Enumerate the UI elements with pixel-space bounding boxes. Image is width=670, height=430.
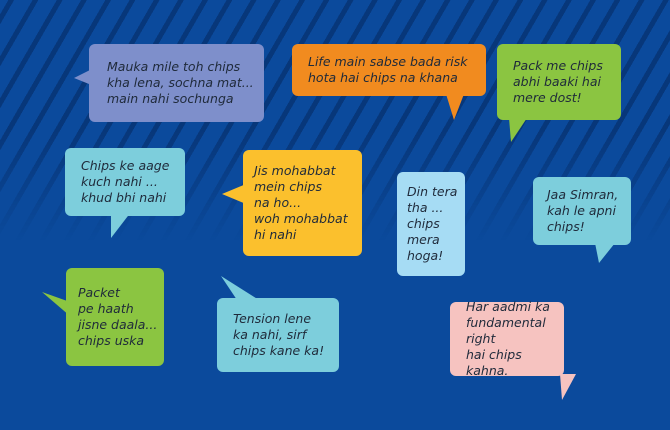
speech-bubble-mauka-mile: Mauka mile toh chips kha lena, sochna ma… [72, 44, 264, 124]
quote-text: Pack me chips abhi baaki hai mere dost! [513, 58, 603, 105]
quote-text: Chips ke aage kuch nahi ... khud bhi nah… [81, 158, 170, 205]
quote-text: Mauka mile toh chips kha lena, sochna ma… [107, 59, 254, 106]
speech-bubble-jaa-simran: Jaa Simran, kah le apni chips! [533, 177, 631, 265]
speech-bubble-life-main: Life main sabse bada risk hota hai chips… [292, 44, 486, 120]
quote-text: Din tera tha ... chips mera hoga! [407, 184, 458, 263]
quote-text: Packet pe haath jisne daala... chips usk… [78, 285, 158, 348]
quote-text: Jis mohabbat mein chips na ho... woh moh… [254, 163, 348, 242]
speech-bubble-tension-lene: Tension lene ka nahi, sirf chips kane ka… [217, 276, 339, 374]
quote-text: Tension lene ka nahi, sirf chips kane ka… [233, 311, 325, 358]
quote-text: Jaa Simran, kah le apni chips! [547, 187, 619, 234]
speech-bubble-packet-pe-haath: Packet pe haath jisne daala... chips usk… [40, 268, 164, 368]
speech-bubble-jis-mohabbat: Jis mohabbat mein chips na ho... woh moh… [222, 150, 362, 258]
background: Mauka mile toh chips kha lena, sochna ma… [0, 0, 670, 430]
speech-bubble-din-tera: Din tera tha ... chips mera hoga! [397, 172, 465, 276]
quote-text: Life main sabse bada risk hota hai chips… [308, 54, 468, 85]
speech-bubble-har-aadmi-ka: Har aadmi ka fundamental right hai chips… [450, 299, 576, 400]
speech-bubble-pack-me-chips: Pack me chips abhi baaki hai mere dost! [497, 44, 621, 144]
quote-text: Har aadmi ka fundamental right hai chips… [466, 299, 550, 378]
speech-bubble-chips-ke-aage: Chips ke aage kuch nahi ... khud bhi nah… [65, 148, 185, 238]
